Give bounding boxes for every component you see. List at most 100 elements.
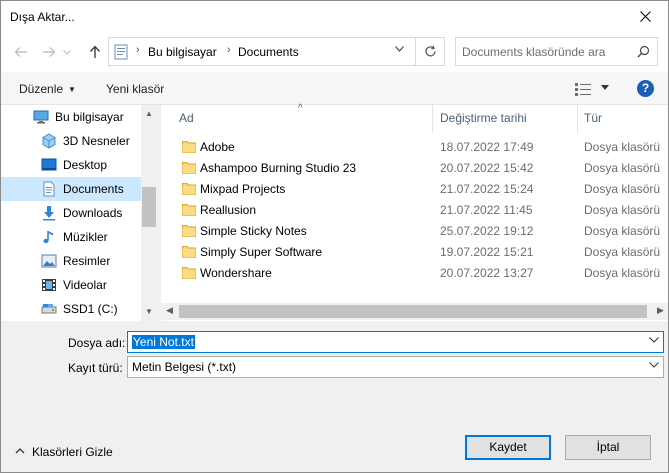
drive-icon — [41, 304, 57, 314]
file-date: 19.07.2022 15:21 — [440, 245, 534, 259]
sidebar-item-label: Documents — [63, 182, 124, 196]
column-divider[interactable] — [432, 105, 433, 133]
hide-folders-label: Klasörleri Gizle — [32, 445, 113, 459]
address-bar[interactable]: › Bu bilgisayar › Documents — [108, 37, 445, 66]
chevron-down-icon[interactable] — [649, 337, 659, 343]
table-row[interactable]: Ashampoo Burning Studio 23 20.07.2022 15:… — [161, 157, 668, 178]
title-bar: Dışa Aktar... — [1, 1, 668, 32]
this-pc-icon — [114, 44, 128, 60]
scrollbar-thumb[interactable] — [142, 187, 156, 227]
sidebar-item-desktop[interactable]: Desktop — [1, 153, 141, 177]
navigation-pane: Bu bilgisayar 3D Nesneler Desktop Docume… — [1, 105, 157, 321]
view-details-icon[interactable] — [575, 83, 591, 96]
scroll-up-icon[interactable]: ▲ — [145, 109, 153, 118]
column-header-name[interactable]: Ad — [179, 111, 194, 133]
file-name: Wondershare — [200, 266, 272, 280]
file-type: Dosya klasörü — [584, 266, 661, 280]
folder-icon — [182, 162, 196, 174]
sidebar-item-videos[interactable]: Videolar — [1, 273, 141, 297]
3d-objects-icon — [42, 133, 56, 149]
refresh-icon — [425, 45, 436, 57]
sidebar-item-downloads[interactable]: Downloads — [1, 201, 141, 225]
table-row[interactable]: Adobe 18.07.2022 17:49 Dosya klasörü — [161, 136, 668, 157]
save-dialog: Dışa Aktar... › Bu bilgisayar › Document… — [0, 0, 669, 473]
file-date: 21.07.2022 11:45 — [440, 203, 533, 217]
arrow-left-icon — [14, 47, 27, 57]
search-icon — [637, 45, 650, 58]
arrow-up-icon — [89, 45, 101, 58]
file-type: Dosya klasörü — [584, 224, 661, 238]
file-type: Dosya klasörü — [584, 140, 661, 154]
cancel-button[interactable]: İptal — [565, 435, 651, 460]
pictures-icon — [41, 254, 57, 268]
sidebar-item-ssd1[interactable]: SSD1 (C:) — [1, 297, 141, 321]
file-name: Reallusion — [200, 203, 257, 217]
sidebar-item-this-pc[interactable]: Bu bilgisayar — [1, 105, 141, 129]
file-date: 21.07.2022 15:24 — [440, 182, 534, 196]
up-button[interactable] — [85, 42, 105, 62]
breadcrumb-documents[interactable]: Documents — [238, 45, 299, 59]
sidebar-item-music[interactable]: Müzikler — [1, 225, 141, 249]
window-title: Dışa Aktar... — [10, 10, 75, 24]
sidebar-scrollbar[interactable]: ▲ ▼ — [141, 105, 157, 321]
file-list: ^ Ad Değiştirme tarihi Tür Adobe 18.07.20… — [161, 103, 668, 321]
help-button[interactable]: ? — [637, 80, 654, 97]
file-date: 18.07.2022 17:49 — [440, 140, 534, 154]
chevron-up-icon — [15, 448, 25, 454]
table-row[interactable]: Simply Super Software 19.07.2022 15:21 Dos… — [161, 241, 668, 262]
refresh-button[interactable] — [415, 38, 445, 65]
sidebar-item-label: Desktop — [63, 158, 108, 172]
scroll-left-icon[interactable]: ◀ — [166, 305, 173, 316]
file-type: Dosya klasörü — [584, 182, 661, 196]
save-button[interactable]: Kaydet — [465, 435, 551, 460]
folder-icon — [182, 204, 196, 216]
command-bar: Düzenle ▼ Yeni klasör ? — [1, 72, 668, 105]
column-divider[interactable] — [577, 105, 578, 133]
recent-locations-button[interactable] — [60, 42, 74, 62]
table-row[interactable]: Reallusion 21.07.2022 11:45 Dosya klasörü — [161, 199, 668, 220]
this-pc-icon — [33, 110, 49, 124]
scrollbar-thumb[interactable] — [179, 305, 647, 318]
folder-icon — [182, 141, 196, 153]
table-row[interactable]: Wondershare 20.07.2022 13:27 Dosya klasörü — [161, 262, 668, 283]
table-row[interactable]: Mixpad Projects 21.07.2022 15:24 Dosya kla… — [161, 178, 668, 199]
sidebar-item-label: Müzikler — [63, 230, 108, 244]
column-header-type[interactable]: Tür — [584, 111, 602, 133]
chevron-down-icon — [649, 362, 659, 368]
back-button[interactable] — [11, 42, 31, 62]
file-type: Dosya klasörü — [584, 203, 661, 217]
caret-down-icon: ▼ — [68, 85, 76, 94]
sidebar-item-label: Bu bilgisayar — [55, 110, 124, 124]
sidebar-item-pictures[interactable]: Resimler — [1, 249, 141, 273]
forward-button[interactable] — [39, 42, 59, 62]
close-button[interactable] — [622, 1, 668, 31]
table-row[interactable]: Simple Sticky Notes 25.07.2022 19:12 Dosya… — [161, 220, 668, 241]
organize-menu[interactable]: Düzenle ▼ — [19, 82, 76, 96]
scroll-right-icon[interactable]: ▶ — [657, 305, 664, 316]
chevron-down-icon — [63, 49, 71, 55]
scroll-down-icon[interactable]: ▼ — [145, 307, 153, 316]
caret-down-icon[interactable] — [601, 85, 609, 90]
breadcrumb-separator: › — [227, 44, 231, 56]
sidebar-item-label: 3D Nesneler — [63, 134, 130, 148]
filetype-label: Kayıt türü: — [68, 361, 123, 375]
filename-label: Dosya adı: — [68, 336, 126, 350]
file-name: Simple Sticky Notes — [200, 224, 307, 238]
column-header-date[interactable]: Değiştirme tarihi — [440, 111, 527, 133]
sidebar-item-documents[interactable]: Documents — [1, 177, 141, 201]
sidebar-item-label: Downloads — [63, 206, 123, 220]
chevron-down-icon[interactable] — [395, 46, 404, 52]
file-date: 20.07.2022 15:42 — [440, 161, 534, 175]
videos-icon — [42, 279, 56, 291]
folder-icon — [182, 183, 196, 195]
sidebar-item-label: Videolar — [63, 278, 107, 292]
sidebar-item-3d-objects[interactable]: 3D Nesneler — [1, 129, 141, 153]
search-box[interactable]: Documents klasöründe ara — [455, 37, 658, 66]
file-list-scrollbar[interactable]: ◀ ▶ — [161, 303, 668, 320]
filename-field[interactable]: Yeni Not.txt — [127, 331, 664, 353]
close-icon — [639, 10, 651, 22]
new-folder-button[interactable]: Yeni klasör — [106, 82, 164, 96]
filetype-select[interactable]: Metin Belgesi (*.txt) — [127, 356, 664, 378]
breadcrumb-this-pc[interactable]: Bu bilgisayar — [148, 45, 217, 59]
file-name: Ashampoo Burning Studio 23 — [200, 161, 357, 175]
